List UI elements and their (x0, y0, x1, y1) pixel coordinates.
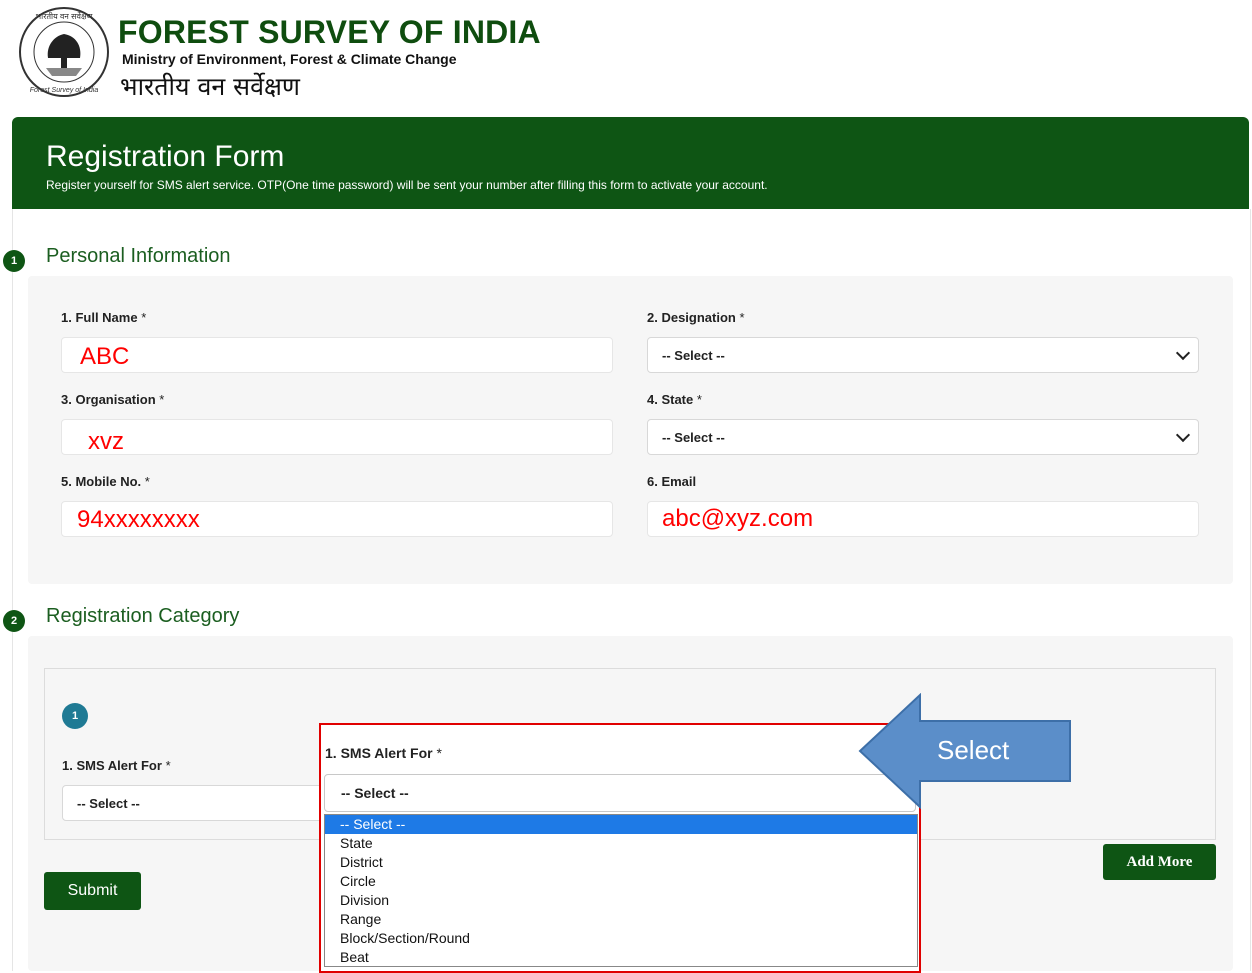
dropdown-sms-alert-label: 1. SMS Alert For * (325, 745, 442, 761)
full-name-label: 1. Full Name * (61, 310, 147, 325)
logo-text-top: भारतीय वन सर्वेक्षण (36, 11, 93, 21)
section-number-badge: 2 (3, 610, 25, 632)
dropdown-option[interactable]: District (325, 853, 917, 872)
submit-button[interactable]: Submit (44, 872, 141, 910)
callout-label: Select (937, 735, 1010, 765)
dropdown-option[interactable]: Beat (325, 948, 917, 967)
chevron-down-icon (1175, 345, 1191, 361)
dropdown-sms-alert-select[interactable]: -- Select -- (324, 774, 916, 812)
form-description: Register yourself for SMS alert service.… (46, 178, 768, 192)
organisation-label: 3. Organisation * (61, 392, 165, 407)
chevron-down-icon (1175, 427, 1191, 443)
form-title: Registration Form (46, 140, 285, 173)
mobile-label: 5. Mobile No. * (61, 474, 150, 489)
state-label: 4. State * (647, 392, 702, 407)
section-title-category: Registration Category (46, 605, 240, 627)
mobile-value: 94xxxxxxxx (77, 506, 200, 533)
dropdown-option[interactable]: -- Select -- (325, 815, 917, 834)
full-name-value: ABC (80, 343, 130, 370)
entry-number-badge: 1 (62, 703, 88, 729)
logo-text-bottom: Forest Survey of India (30, 87, 99, 94)
sms-alert-label: 1. SMS Alert For * (62, 758, 171, 773)
section-number-badge: 1 (3, 250, 25, 272)
forest-survey-logo: भारतीय वन सर्वेक्षण Forest Survey of Ind… (19, 7, 109, 97)
dropdown-option[interactable]: Division (325, 891, 917, 910)
state-select[interactable]: -- Select -- (647, 419, 1199, 455)
email-label: 6. Email (647, 474, 697, 489)
sms-alert-select[interactable]: -- Select -- (62, 785, 332, 821)
designation-label: 2. Designation * (647, 310, 745, 325)
designation-select[interactable]: -- Select -- (647, 337, 1199, 373)
org-subtitle: Ministry of Environment, Forest & Climat… (122, 51, 457, 67)
organisation-value: xvz (88, 428, 124, 455)
add-more-button[interactable]: Add More (1103, 844, 1216, 880)
dropdown-options-list: -- Select -- State District Circle Division R… (324, 814, 918, 967)
full-name-input[interactable] (61, 337, 613, 373)
email-value: abc@xyz.com (662, 505, 814, 532)
org-hindi-title: भारतीय वन सर्वेक्षण (120, 72, 300, 101)
dropdown-option[interactable]: Range (325, 910, 917, 929)
section-title-personal: Personal Information (46, 245, 231, 267)
organisation-input[interactable] (61, 419, 613, 455)
dropdown-option[interactable]: Block/Section/Round (325, 929, 917, 948)
dropdown-option[interactable]: Circle (325, 872, 917, 891)
dropdown-option[interactable]: State (325, 834, 917, 853)
org-title: FOREST SURVEY OF INDIA (118, 14, 541, 50)
